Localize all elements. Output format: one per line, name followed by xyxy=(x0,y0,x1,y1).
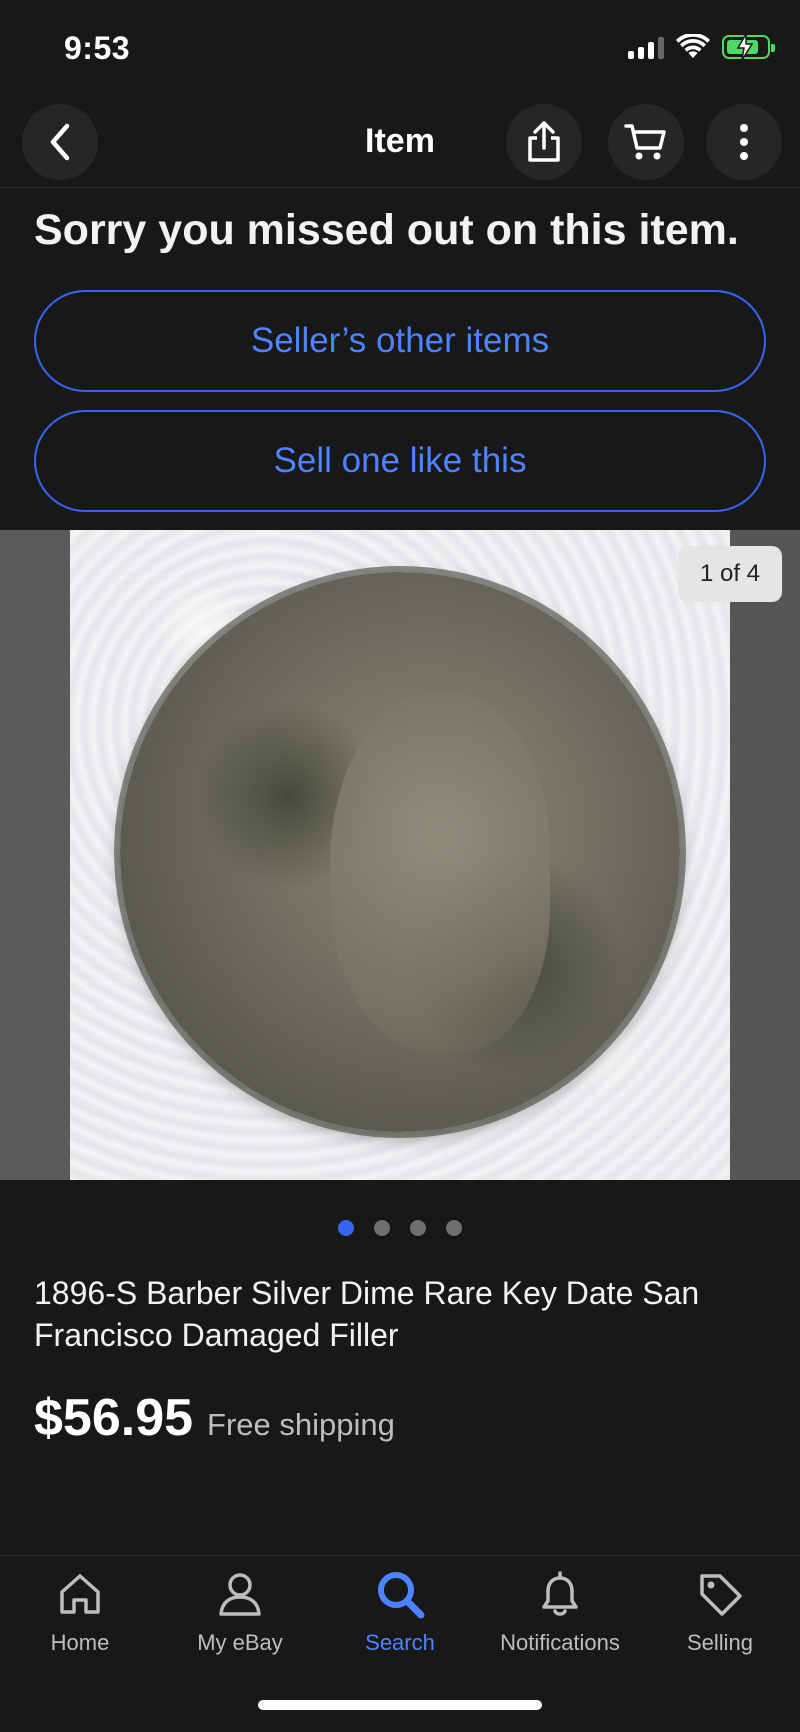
item-photo[interactable] xyxy=(70,530,730,1180)
search-icon xyxy=(372,1566,428,1622)
status-time: 9:53 xyxy=(64,30,131,66)
share-button[interactable] xyxy=(506,104,582,180)
sell-one-like-this-button[interactable]: Sell one like this xyxy=(34,410,766,512)
nav-bar: Item xyxy=(0,96,800,188)
coin-image xyxy=(120,572,680,1132)
tab-selling[interactable]: Selling xyxy=(640,1566,800,1656)
shipping-info: Free shipping xyxy=(207,1407,395,1442)
price-row: $56.95 Free shipping xyxy=(34,1388,395,1448)
item-title: 1896-S Barber Silver Dime Rare Key Date … xyxy=(34,1275,700,1353)
home-icon xyxy=(52,1566,108,1622)
share-icon xyxy=(528,121,560,162)
cart-button[interactable] xyxy=(608,104,684,180)
tab-home[interactable]: Home xyxy=(0,1566,160,1656)
image-gallery[interactable]: 1 of 4 xyxy=(0,530,800,1180)
gallery-pagination[interactable] xyxy=(0,1220,800,1236)
wifi-icon xyxy=(676,34,710,58)
sellers-other-items-button[interactable]: Seller’s other items xyxy=(34,290,766,392)
cellular-signal-icon xyxy=(628,35,664,59)
home-indicator[interactable] xyxy=(258,1700,542,1710)
more-vertical-icon xyxy=(740,124,748,160)
tab-label: Selling xyxy=(686,1630,754,1655)
missed-out-heading: Sorry you missed out on this item. xyxy=(34,206,739,254)
pagination-dot[interactable] xyxy=(374,1220,390,1236)
tab-notifications[interactable]: Notifications xyxy=(480,1566,640,1656)
bell-icon xyxy=(532,1566,588,1622)
cart-icon xyxy=(624,124,666,160)
tab-search[interactable]: Search xyxy=(320,1566,480,1656)
item-price: $56.95 xyxy=(34,1389,194,1447)
status-icons xyxy=(628,34,775,60)
tag-icon xyxy=(692,1566,748,1622)
tab-my-ebay[interactable]: My eBay xyxy=(160,1566,320,1656)
tab-label: Notifications xyxy=(500,1630,620,1655)
tab-label: Search xyxy=(365,1630,435,1655)
tab-label: Home xyxy=(50,1630,110,1655)
battery-charging-icon xyxy=(722,34,775,60)
tab-label: My eBay xyxy=(197,1630,283,1655)
image-counter: 1 of 4 xyxy=(677,546,782,602)
more-options-button[interactable] xyxy=(706,104,782,180)
pagination-dot[interactable] xyxy=(410,1220,426,1236)
person-icon xyxy=(212,1566,268,1622)
pagination-dot[interactable] xyxy=(338,1220,354,1236)
pagination-dot[interactable] xyxy=(446,1220,462,1236)
status-bar: 9:53 xyxy=(0,0,800,96)
